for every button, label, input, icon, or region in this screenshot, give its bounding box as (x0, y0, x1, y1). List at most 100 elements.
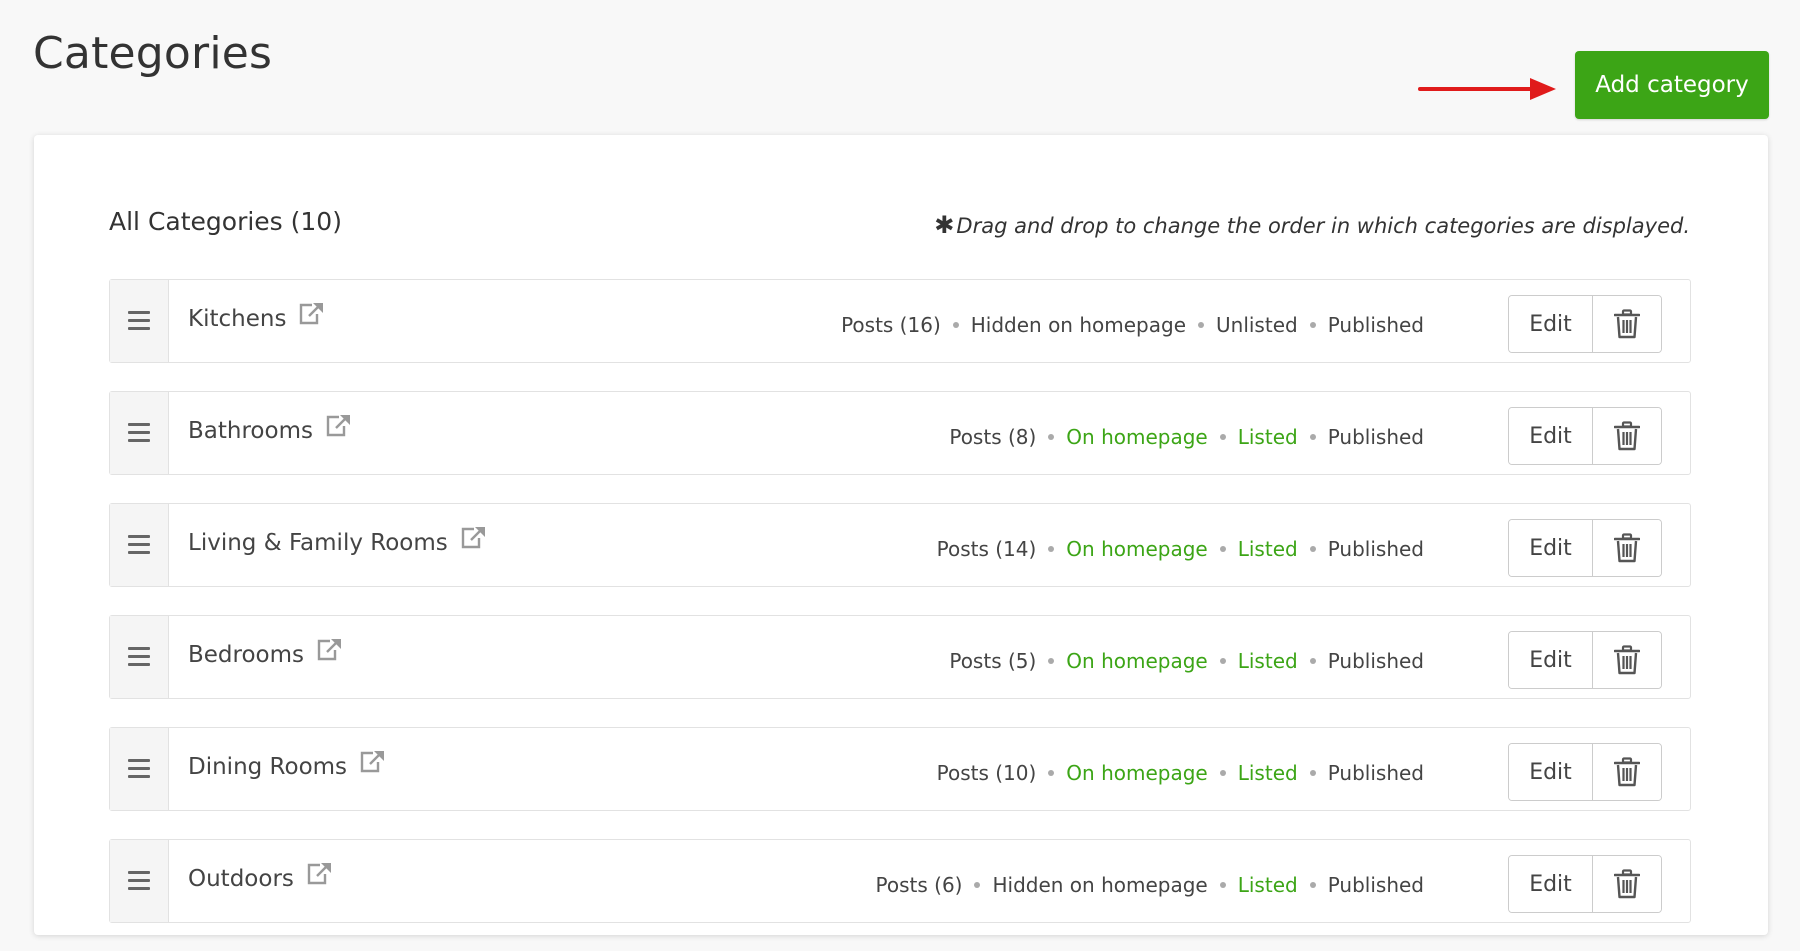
row-actions: Edit (1508, 295, 1662, 353)
separator-dot (1048, 434, 1055, 440)
category-row: Bedrooms Posts (5) On homepage Listed Publi… (109, 615, 1691, 699)
edit-button[interactable]: Edit (1509, 408, 1593, 464)
listing-status: Unlisted (1216, 313, 1298, 337)
separator-dot (1219, 882, 1226, 888)
categories-panel: All Categories (10) ✱Drag and drop to ch… (34, 135, 1768, 935)
external-link-icon[interactable] (306, 862, 332, 892)
annotation-arrow-icon (1418, 78, 1556, 100)
drag-handle-icon[interactable] (110, 840, 169, 922)
separator-dot (1219, 770, 1226, 776)
posts-count: Posts (14) (936, 537, 1037, 561)
edit-button[interactable]: Edit (1509, 744, 1593, 800)
row-actions: Edit (1508, 855, 1662, 913)
posts-count: Posts (5) (949, 649, 1037, 673)
drag-handle-icon[interactable] (110, 280, 169, 362)
drag-handle-icon[interactable] (110, 392, 169, 474)
trash-icon (1614, 533, 1640, 563)
trash-icon (1614, 421, 1640, 451)
category-name[interactable]: Kitchens (188, 306, 286, 332)
separator-dot (1309, 658, 1316, 664)
row-actions: Edit (1508, 519, 1662, 577)
publish-status: Published (1327, 761, 1424, 785)
delete-button[interactable] (1593, 632, 1661, 688)
drag-drop-note-text: Drag and drop to change the order in whi… (956, 214, 1690, 238)
separator-dot (1048, 658, 1055, 664)
drag-drop-note: ✱Drag and drop to change the order in wh… (934, 211, 1690, 239)
external-link-icon[interactable] (325, 414, 351, 444)
category-list: Kitchens Posts (16) Hidden on homepage Unl… (109, 279, 1691, 951)
external-link-icon[interactable] (298, 302, 324, 332)
separator-dot (1048, 546, 1055, 552)
posts-count: Posts (6) (875, 873, 963, 897)
publish-status: Published (1327, 425, 1424, 449)
category-row: Living & Family Rooms Posts (14) On homep… (109, 503, 1691, 587)
trash-icon (1614, 309, 1640, 339)
separator-dot (1219, 658, 1226, 664)
category-meta: Posts (8) On homepage Listed Published (949, 425, 1424, 449)
separator-dot (1219, 434, 1226, 440)
publish-status: Published (1327, 537, 1424, 561)
all-categories-heading: All Categories (10) (109, 207, 342, 236)
publish-status: Published (1327, 313, 1424, 337)
listing-status: Listed (1237, 537, 1298, 561)
add-category-button[interactable]: Add category (1575, 51, 1769, 119)
posts-count: Posts (8) (949, 425, 1037, 449)
homepage-status: On homepage (1066, 425, 1208, 449)
separator-dot (1219, 546, 1226, 552)
separator-dot (1309, 546, 1316, 552)
homepage-status: Hidden on homepage (992, 873, 1208, 897)
delete-button[interactable] (1593, 744, 1661, 800)
trash-icon (1614, 757, 1640, 787)
drag-handle-icon[interactable] (110, 728, 169, 810)
separator-dot (1309, 434, 1316, 440)
delete-button[interactable] (1593, 856, 1661, 912)
separator-dot (1309, 882, 1316, 888)
category-name[interactable]: Dining Rooms (188, 754, 347, 780)
category-row: Outdoors Posts (6) Hidden on homepage List… (109, 839, 1691, 923)
separator-dot (974, 882, 981, 888)
delete-button[interactable] (1593, 520, 1661, 576)
trash-icon (1614, 869, 1640, 899)
drag-handle-icon[interactable] (110, 504, 169, 586)
asterisk-icon: ✱ (934, 211, 955, 239)
homepage-status: On homepage (1066, 649, 1208, 673)
listing-status: Listed (1237, 425, 1298, 449)
homepage-status: Hidden on homepage (970, 313, 1186, 337)
separator-dot (1048, 770, 1055, 776)
separator-dot (952, 322, 959, 328)
delete-button[interactable] (1593, 408, 1661, 464)
category-meta: Posts (16) Hidden on homepage Unlisted Publ… (841, 313, 1424, 337)
external-link-icon[interactable] (359, 750, 385, 780)
edit-button[interactable]: Edit (1509, 856, 1593, 912)
drag-handle-icon[interactable] (110, 616, 169, 698)
category-name[interactable]: Outdoors (188, 866, 294, 892)
category-row: Bathrooms Posts (8) On homepage Listed Publ… (109, 391, 1691, 475)
posts-count: Posts (10) (936, 761, 1037, 785)
delete-button[interactable] (1593, 296, 1661, 352)
separator-dot (1309, 322, 1316, 328)
edit-button[interactable]: Edit (1509, 520, 1593, 576)
category-row: Kitchens Posts (16) Hidden on homepage Unl… (109, 279, 1691, 363)
homepage-status: On homepage (1066, 761, 1208, 785)
row-actions: Edit (1508, 743, 1662, 801)
category-name[interactable]: Bathrooms (188, 418, 313, 444)
homepage-status: On homepage (1066, 537, 1208, 561)
trash-icon (1614, 645, 1640, 675)
external-link-icon[interactable] (316, 638, 342, 668)
edit-button[interactable]: Edit (1509, 632, 1593, 688)
external-link-icon[interactable] (460, 526, 486, 556)
posts-count: Posts (16) (841, 313, 941, 337)
separator-dot (1309, 770, 1316, 776)
category-row: Dining Rooms Posts (10) On homepage Listed… (109, 727, 1691, 811)
category-name[interactable]: Living & Family Rooms (188, 530, 448, 556)
category-meta: Posts (10) On homepage Listed Published (937, 761, 1424, 785)
publish-status: Published (1327, 649, 1424, 673)
listing-status: Listed (1237, 873, 1298, 897)
category-meta: Posts (5) On homepage Listed Published (949, 649, 1424, 673)
publish-status: Published (1327, 873, 1424, 897)
page-title: Categories (33, 28, 273, 79)
category-name[interactable]: Bedrooms (188, 642, 304, 668)
row-actions: Edit (1508, 407, 1662, 465)
category-meta: Posts (14) On homepage Listed Published (937, 537, 1424, 561)
edit-button[interactable]: Edit (1509, 296, 1593, 352)
